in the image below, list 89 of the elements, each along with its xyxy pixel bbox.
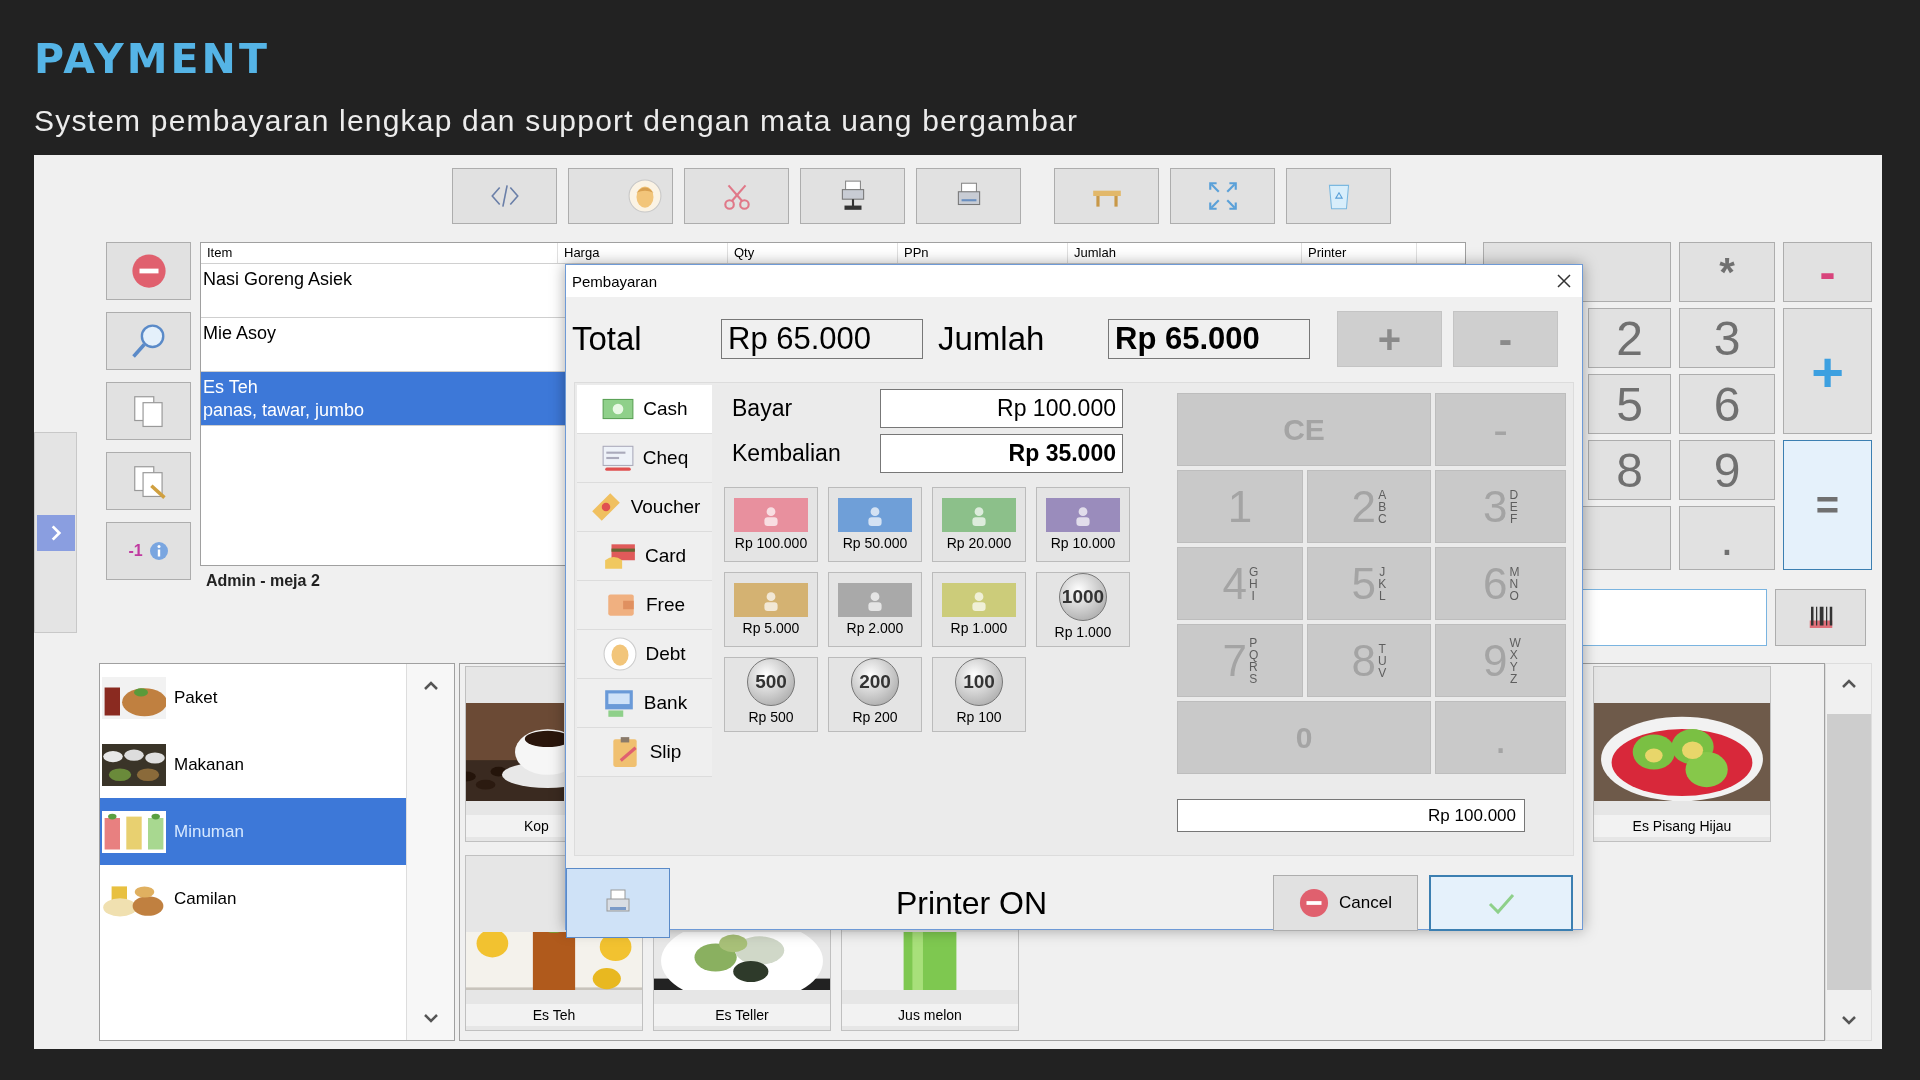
copy-button[interactable] [106,382,191,440]
column-header: PPn [898,243,1068,263]
payment-method-tab[interactable]: Slip [577,728,712,777]
calculator-key[interactable]: 9 [1679,440,1775,500]
scrollbar-thumb[interactable] [1826,714,1871,990]
coin: 100 [955,658,1003,706]
toolbar-button[interactable] [684,168,789,224]
toolbar-button[interactable] [800,168,905,224]
money-button[interactable]: Rp 2.000 [828,572,922,647]
confirm-button[interactable] [1429,875,1573,931]
calculator-key[interactable]: 8 [1588,440,1671,500]
remove-button[interactable] [106,242,191,300]
payment-method-tab[interactable]: Cheq [577,434,712,483]
column-header: Qty [728,243,898,263]
edit-copy-button[interactable] [106,452,191,510]
total-field: Rp 65.000 [721,319,923,359]
pay-field[interactable]: Rp 100.000 [880,389,1123,428]
category-item[interactable]: Makanan [100,731,407,798]
print-button[interactable] [566,868,670,938]
money-button[interactable]: 200 Rp 200 [828,657,922,732]
toolbar-button[interactable] [568,168,673,224]
money-button[interactable]: Rp 10.000 [1036,487,1130,562]
column-header: Printer [1302,243,1417,263]
payment-method-tab[interactable]: Debt [577,630,712,679]
column-header: Jumlah [1068,243,1302,263]
payment-method-tab[interactable]: Cash [577,385,712,434]
product-name: Es Teh [466,1004,642,1026]
payment-method-tab[interactable]: Voucher [577,483,712,532]
expand-button[interactable] [36,514,75,551]
toolbar-button[interactable] [1286,168,1391,224]
calculator-key[interactable]: 3 [1679,308,1775,368]
payment-method-tab[interactable]: Bank [577,679,712,728]
amount-field: Rp 65.000 [1108,319,1310,359]
product-name: Es Teller [654,1004,830,1026]
category-item[interactable]: Minuman [100,798,407,865]
scrollbar[interactable] [1825,663,1872,1041]
column-header: Harga [558,243,728,263]
coin: 500 [747,658,795,706]
toolbar-button[interactable] [916,168,1021,224]
money-button[interactable]: Rp 5.000 [724,572,818,647]
money-button[interactable]: 100 Rp 100 [932,657,1026,732]
money-button[interactable]: 1000 Rp 1.000 [1036,572,1130,647]
calculator-key[interactable]: 6 [1679,374,1775,434]
payment-method-tab[interactable]: Free [577,581,712,630]
minus-circle-icon [1299,888,1330,918]
barcode-button[interactable] [1775,589,1866,646]
calculator-key[interactable]: . [1679,506,1775,570]
cancel-button[interactable]: Cancel [1273,875,1418,931]
product-tile[interactable]: Es Pisang Hijau [1593,666,1771,842]
info-icon [148,541,169,561]
page-subtitle: System pembayaran lengkap dan support dengan mata uang bergambar [34,103,1080,139]
change-label: Kembalian [731,440,842,467]
toolbar-button[interactable] [1054,168,1159,224]
coin: 1000 [1059,573,1107,621]
quantity-button[interactable]: -1 [106,522,191,580]
item-name: Es Teh [203,376,258,399]
dialog-title: Pembayaran [572,272,658,290]
calculator-key[interactable]: 5 [1588,374,1671,434]
money-button[interactable]: Rp 20.000 [932,487,1026,562]
minus-circle-icon [129,252,168,290]
page-title: PAYMENT [33,34,271,82]
item-note: panas, tawar, jumbo [203,399,365,422]
money-button[interactable]: Rp 50.000 [828,487,922,562]
item-name: Mie Asoy [203,322,277,345]
avatar-icon [628,179,662,213]
table-footer: Admin - meja 2 [206,572,320,590]
coin: 200 [851,658,899,706]
toolbar-button[interactable] [452,168,557,224]
calculator-key[interactable]: 2 [1588,308,1671,368]
total-label: Total [571,320,643,358]
calculator-key[interactable]: = [1783,440,1872,570]
change-field: Rp 35.000 [880,434,1123,473]
amount-label: Jumlah [938,320,1046,358]
calculator-key[interactable]: * [1679,242,1775,302]
payment-method-tab[interactable]: Card [577,532,712,581]
search-button[interactable] [106,312,191,370]
toolbar-button[interactable] [1170,168,1275,224]
category-item[interactable]: Paket [100,664,407,731]
product-name: Es Pisang Hijau [1594,815,1770,837]
money-button[interactable]: Rp 100.000 [724,487,818,562]
pay-label: Bayar [731,395,794,422]
item-name: Nasi Goreng Asiek [203,268,353,291]
category-item[interactable]: Camilan [100,865,407,932]
column-header: Item [201,243,558,263]
amount-input[interactable]: Rp 100.000 [1177,799,1525,832]
product-name: Jus melon [842,1004,1018,1026]
avatar-icon [603,637,638,671]
money-button[interactable]: 500 Rp 500 [724,657,818,732]
money-button[interactable]: Rp 1.000 [932,572,1026,647]
